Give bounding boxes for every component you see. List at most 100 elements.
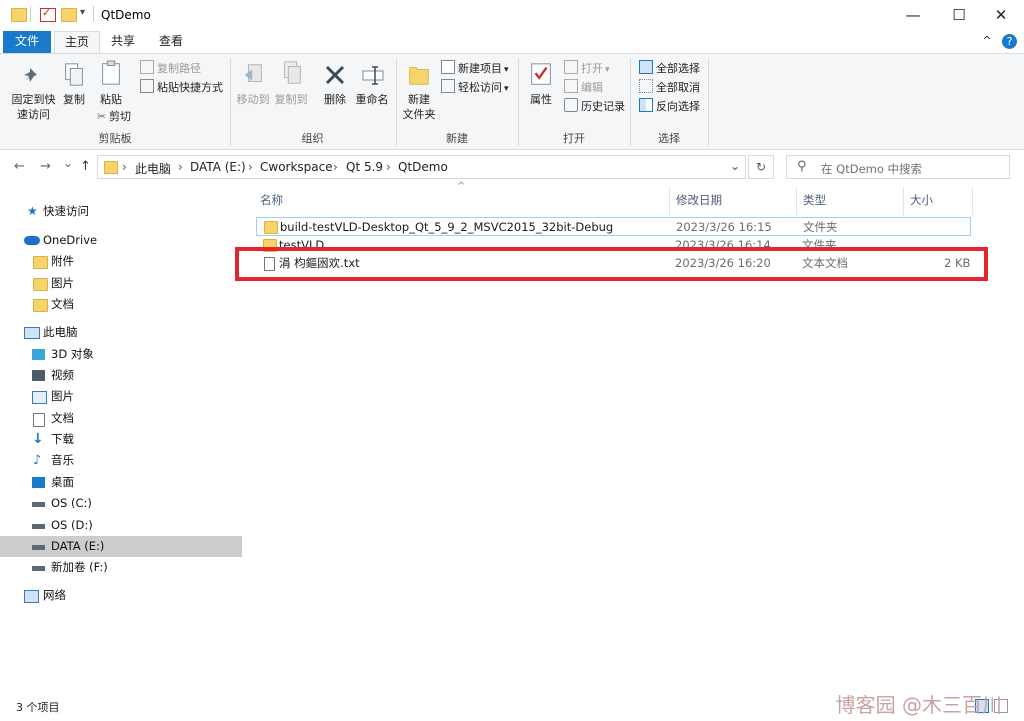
breadcrumb-qtdemo[interactable]: QtDemo — [398, 160, 448, 174]
search-box[interactable]: ⚲ 在 QtDemo 中搜索 — [786, 155, 1010, 179]
properties-quick-icon[interactable] — [40, 6, 56, 22]
breadcrumb-qt59[interactable]: Qt 5.9 — [346, 160, 383, 174]
nav-3d-objects[interactable]: 3D 对象 — [0, 344, 242, 365]
recent-locations-button[interactable]: ⌄ — [63, 156, 73, 170]
rename-button[interactable]: 重命名 — [354, 92, 390, 107]
nav-drive-d[interactable]: OS (D:) — [0, 515, 242, 536]
paste-shortcut-label: 粘贴快捷方式 — [157, 81, 223, 94]
nav-desktop[interactable]: 桌面 — [0, 472, 242, 493]
history-button[interactable]: 历史记录 — [564, 98, 625, 115]
invert-selection-button[interactable]: 反向选择 — [639, 98, 700, 115]
nav-documents[interactable]: 文档 — [0, 408, 242, 429]
column-header-type[interactable]: 类型 — [803, 192, 826, 208]
search-input[interactable]: 在 QtDemo 中搜索 — [821, 161, 922, 177]
nav-od-documents[interactable]: 文档 — [0, 294, 242, 315]
nav-music[interactable]: ♪ 音乐 — [0, 450, 242, 471]
cut-button[interactable]: ✂ 剪切 — [97, 109, 131, 125]
breadcrumb-cworkspace[interactable]: Cworkspace — [260, 160, 333, 174]
refresh-button[interactable]: ↻ — [748, 155, 774, 179]
network-icon — [24, 590, 39, 603]
chevron-down-icon[interactable]: ⌄ — [730, 159, 740, 173]
easy-access-icon — [441, 79, 455, 93]
easy-access-button[interactable]: 轻松访问 ▾ — [441, 79, 509, 97]
nav-onedrive[interactable]: OneDrive — [0, 230, 242, 251]
column-header-name[interactable]: 名称 — [260, 192, 283, 208]
easy-access-label: 轻松访问 — [458, 81, 502, 94]
delete-button[interactable]: 删除 — [320, 92, 350, 107]
tab-file[interactable]: 文件 — [3, 31, 51, 53]
nav-drive-c[interactable]: OS (C:) — [0, 493, 242, 514]
history-icon — [564, 98, 578, 112]
copy-button[interactable]: 复制 — [60, 92, 88, 107]
folder-icon — [33, 299, 48, 312]
tab-view[interactable]: 查看 — [149, 31, 193, 53]
rename-icon — [362, 66, 384, 85]
ribbon-tabs: 文件 主页 共享 查看 ^ ? — [0, 31, 1024, 53]
minimize-button[interactable]: — — [890, 0, 936, 31]
navigation-pane: ★ 快速访问 OneDrive 附件 图片 文档 此电脑 3D 对象 视频 图片… — [0, 185, 244, 695]
copy-path-button: 复制路径 — [140, 60, 201, 77]
title-bar: ▾ QtDemo — ☐ ✕ — [0, 0, 1024, 31]
tab-share[interactable]: 共享 — [101, 31, 145, 53]
nav-od-pictures[interactable]: 图片 — [0, 273, 242, 294]
nav-videos[interactable]: 视频 — [0, 365, 242, 386]
maximize-button[interactable]: ☐ — [936, 0, 982, 31]
file-name: build-testVLD-Desktop_Qt_5_9_2_MSVC2015_… — [280, 220, 614, 234]
pin-label-line2: 速访问 — [17, 108, 50, 121]
select-none-label: 全部取消 — [656, 81, 700, 94]
properties-button[interactable]: 属性 — [526, 92, 556, 107]
nav-downloads[interactable]: ↓ 下载 — [0, 429, 242, 450]
nav-this-pc[interactable]: 此电脑 — [0, 322, 242, 343]
chevron-right-icon: › — [122, 160, 127, 174]
dropdown-arrow-icon: ▾ — [504, 65, 509, 75]
nav-label: 新加卷 (F:) — [51, 560, 108, 574]
select-none-button[interactable]: 全部取消 — [639, 79, 700, 96]
ribbon-separator — [708, 58, 709, 146]
chevron-right-icon: › — [248, 160, 253, 174]
drive-icon — [32, 545, 45, 550]
nav-quick-access[interactable]: ★ 快速访问 — [0, 201, 242, 222]
new-folder-button[interactable]: 新建 文件夹 — [401, 92, 437, 122]
new-folder-label-line1: 新建 — [408, 93, 430, 106]
customize-toolbar-icon[interactable]: ▾ — [80, 7, 85, 18]
delete-icon — [325, 65, 345, 85]
paste-shortcut-icon — [140, 79, 154, 93]
paste-button[interactable]: 粘贴 — [96, 92, 126, 107]
column-header-modified[interactable]: 修改日期 — [676, 192, 722, 208]
breadcrumb-this-pc[interactable]: 此电脑 — [135, 160, 171, 177]
up-button[interactable]: ↑ — [80, 159, 91, 174]
pin-quick-access-button[interactable]: 固定到快 速访问 — [6, 92, 61, 122]
close-button[interactable]: ✕ — [978, 0, 1024, 31]
nav-label: OS (C:) — [51, 496, 92, 510]
select-all-icon — [639, 60, 653, 74]
copy-path-icon — [140, 60, 154, 74]
picture-icon — [32, 391, 47, 404]
column-header-size[interactable]: 大小 — [910, 192, 933, 208]
breadcrumb-data-e[interactable]: DATA (E:) — [190, 160, 246, 174]
search-icon: ⚲ — [797, 159, 807, 174]
help-button[interactable]: ? — [1002, 34, 1017, 49]
ribbon: 固定到快 速访问 复制 粘贴 复制路径 粘贴快捷方式 ✂ 剪切 剪贴板 移动到 复… — [0, 53, 1024, 150]
nav-pictures[interactable]: 图片 — [0, 386, 242, 407]
nav-drive-e[interactable]: DATA (E:) — [0, 536, 242, 557]
dropdown-arrow-icon: ▾ — [605, 65, 610, 75]
nav-od-attachments[interactable]: 附件 — [0, 251, 242, 272]
new-item-button[interactable]: 新建项目 ▾ — [441, 60, 509, 78]
address-bar[interactable]: › 此电脑 › DATA (E:) › Cworkspace › Qt 5.9 … — [97, 155, 746, 179]
tab-home[interactable]: 主页 — [54, 31, 100, 53]
table-row[interactable]: build-testVLD-Desktop_Qt_5_9_2_MSVC2015_… — [256, 217, 971, 236]
forward-button[interactable]: → — [40, 159, 51, 174]
collapse-ribbon-button[interactable]: ^ — [978, 31, 996, 53]
select-all-button[interactable]: 全部选择 — [639, 60, 700, 77]
group-label-open: 打开 — [563, 132, 585, 145]
nav-network[interactable]: 网络 — [0, 585, 242, 606]
open-icon — [564, 60, 578, 74]
column-divider — [796, 187, 797, 215]
open-button: 打开 ▾ — [564, 60, 610, 78]
cloud-icon — [24, 236, 40, 245]
back-button[interactable]: ← — [14, 159, 25, 174]
new-folder-quick-icon[interactable] — [61, 8, 77, 22]
paste-shortcut-button[interactable]: 粘贴快捷方式 — [140, 79, 223, 96]
nav-drive-f[interactable]: 新加卷 (F:) — [0, 557, 242, 578]
group-label-clipboard: 剪贴板 — [98, 132, 132, 145]
